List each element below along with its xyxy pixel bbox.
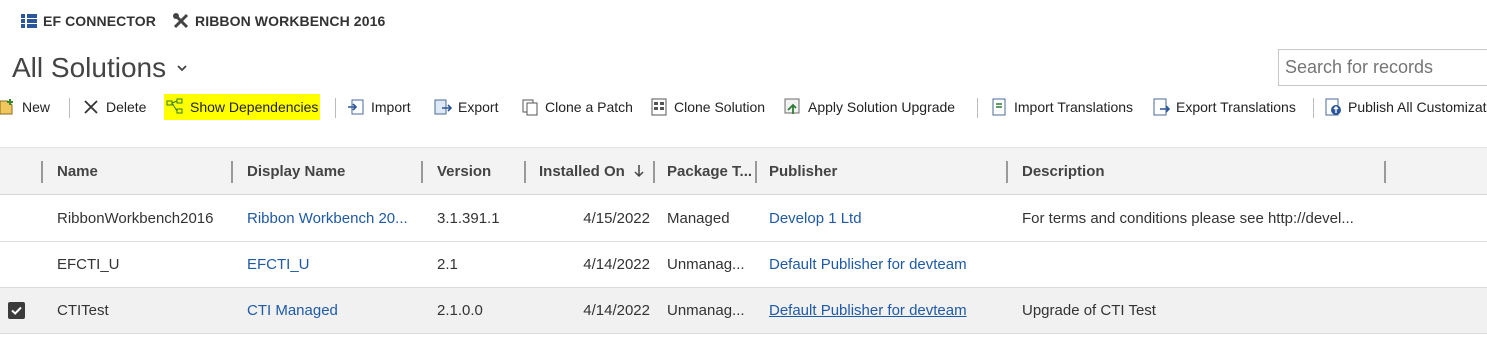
cell-publisher-link[interactable]: Develop 1 Ltd — [769, 210, 862, 227]
table-row[interactable]: RibbonWorkbench2016 Ribbon Workbench 20.… — [0, 196, 1487, 242]
tools-icon — [172, 12, 190, 30]
import-icon — [347, 98, 365, 116]
separator — [69, 98, 70, 118]
publish-icon — [1324, 98, 1342, 116]
column-divider[interactable] — [1384, 161, 1386, 183]
top-bar: EF CONNECTOR RIBBON WORKBENCH 2016 — [0, 0, 1487, 42]
delete-label: Delete — [106, 99, 147, 115]
command-bar: New Delete Show Dependencies Import Expo… — [0, 92, 1487, 122]
cell-package-type: Unmanag... — [667, 302, 745, 319]
column-header-installed-on[interactable]: Installed On — [539, 163, 645, 182]
export-button[interactable]: Export — [434, 94, 498, 120]
clone-solution-button[interactable]: Clone Solution — [650, 94, 765, 120]
column-header-publisher[interactable]: Publisher — [769, 163, 837, 180]
column-header-display-name[interactable]: Display Name — [247, 163, 345, 180]
column-divider[interactable] — [653, 161, 655, 183]
ribbon-workbench-label: RIBBON WORKBENCH 2016 — [195, 13, 386, 29]
cell-display-name-link[interactable]: EFCTI_U — [247, 256, 310, 273]
upgrade-icon — [784, 98, 802, 116]
cell-installed-on: 4/14/2022 — [583, 256, 650, 273]
clone-patch-button[interactable]: Clone a Patch — [521, 94, 633, 120]
ef-connector-label: EF CONNECTOR — [43, 13, 156, 29]
clone-solution-icon — [650, 98, 668, 116]
column-divider[interactable] — [421, 161, 423, 183]
export-translations-icon — [1152, 98, 1171, 116]
checkmark-icon — [11, 306, 22, 315]
column-divider[interactable] — [1006, 161, 1008, 183]
separator — [335, 98, 336, 118]
column-header-description[interactable]: Description — [1022, 163, 1105, 180]
new-icon — [0, 98, 16, 116]
import-translations-button[interactable]: Import Translations — [990, 94, 1133, 120]
grid-header: Name Display Name Version Installed On P… — [0, 147, 1487, 195]
show-dependencies-button[interactable]: Show Dependencies — [164, 94, 321, 120]
column-header-package-type[interactable]: Package T... — [667, 163, 752, 180]
table-row[interactable]: EFCTI_U EFCTI_U 2.1 4/14/2022 Unmanag...… — [0, 242, 1487, 288]
search-input[interactable] — [1278, 49, 1487, 86]
column-divider[interactable] — [755, 161, 757, 183]
clone-patch-icon — [521, 98, 539, 116]
ef-connector-icon — [20, 12, 38, 30]
export-translations-label: Export Translations — [1176, 99, 1296, 115]
cell-version: 2.1.0.0 — [437, 302, 483, 319]
column-divider[interactable] — [231, 161, 233, 183]
cell-publisher-link[interactable]: Default Publisher for devteam — [769, 302, 967, 319]
sort-descending-icon — [633, 164, 645, 182]
import-translations-icon — [990, 98, 1008, 116]
publish-all-label: Publish All Customizati — [1348, 99, 1487, 115]
separator — [1313, 98, 1314, 118]
cell-version: 2.1 — [437, 256, 458, 273]
import-translations-label: Import Translations — [1014, 99, 1134, 115]
publish-all-button[interactable]: Publish All Customizati — [1324, 94, 1487, 120]
show-dependencies-label: Show Dependencies — [190, 99, 319, 115]
view-title[interactable]: All Solutions — [12, 52, 166, 84]
cell-display-name-link[interactable]: CTI Managed — [247, 302, 338, 319]
apply-solution-upgrade-button[interactable]: Apply Solution Upgrade — [784, 94, 955, 120]
cell-installed-on: 4/15/2022 — [583, 210, 650, 227]
delete-button[interactable]: Delete — [82, 94, 146, 120]
cell-description: Upgrade of CTI Test — [1022, 302, 1156, 319]
table-row[interactable]: CTITest CTI Managed 2.1.0.0 4/14/2022 Un… — [0, 288, 1487, 334]
cell-description: For terms and conditions please see http… — [1022, 210, 1354, 227]
column-divider[interactable] — [524, 161, 526, 183]
export-label: Export — [458, 99, 499, 115]
ribbon-workbench-button[interactable]: RIBBON WORKBENCH 2016 — [172, 10, 385, 32]
dependencies-icon — [166, 98, 184, 116]
export-translations-button[interactable]: Export Translations — [1152, 94, 1296, 120]
cell-package-type: Unmanag... — [667, 256, 745, 273]
import-label: Import — [371, 99, 411, 115]
cell-version: 3.1.391.1 — [437, 210, 500, 227]
clone-patch-label: Clone a Patch — [545, 99, 633, 115]
column-divider[interactable] — [41, 161, 43, 183]
cell-publisher-link[interactable]: Default Publisher for devteam — [769, 256, 967, 273]
ef-connector-button[interactable]: EF CONNECTOR — [20, 10, 156, 32]
new-button[interactable]: New — [0, 94, 50, 120]
apply-solution-upgrade-label: Apply Solution Upgrade — [808, 99, 956, 115]
cell-name: RibbonWorkbench2016 — [57, 210, 214, 227]
separator — [977, 98, 978, 118]
close-icon — [82, 98, 100, 116]
chevron-down-icon[interactable] — [175, 61, 189, 75]
new-label: New — [22, 99, 51, 115]
column-header-name[interactable]: Name — [57, 163, 98, 180]
column-header-version[interactable]: Version — [437, 163, 491, 180]
clone-solution-label: Clone Solution — [674, 99, 766, 115]
installed-on-label: Installed On — [539, 163, 625, 180]
export-icon — [434, 98, 453, 116]
import-button[interactable]: Import — [347, 94, 411, 120]
cell-display-name-link[interactable]: Ribbon Workbench 20... — [247, 210, 408, 227]
cell-name: EFCTI_U — [57, 256, 120, 273]
cell-package-type: Managed — [667, 210, 730, 227]
cell-installed-on: 4/14/2022 — [583, 302, 650, 319]
cell-name: CTITest — [57, 302, 109, 319]
row-checkbox[interactable] — [8, 302, 25, 319]
